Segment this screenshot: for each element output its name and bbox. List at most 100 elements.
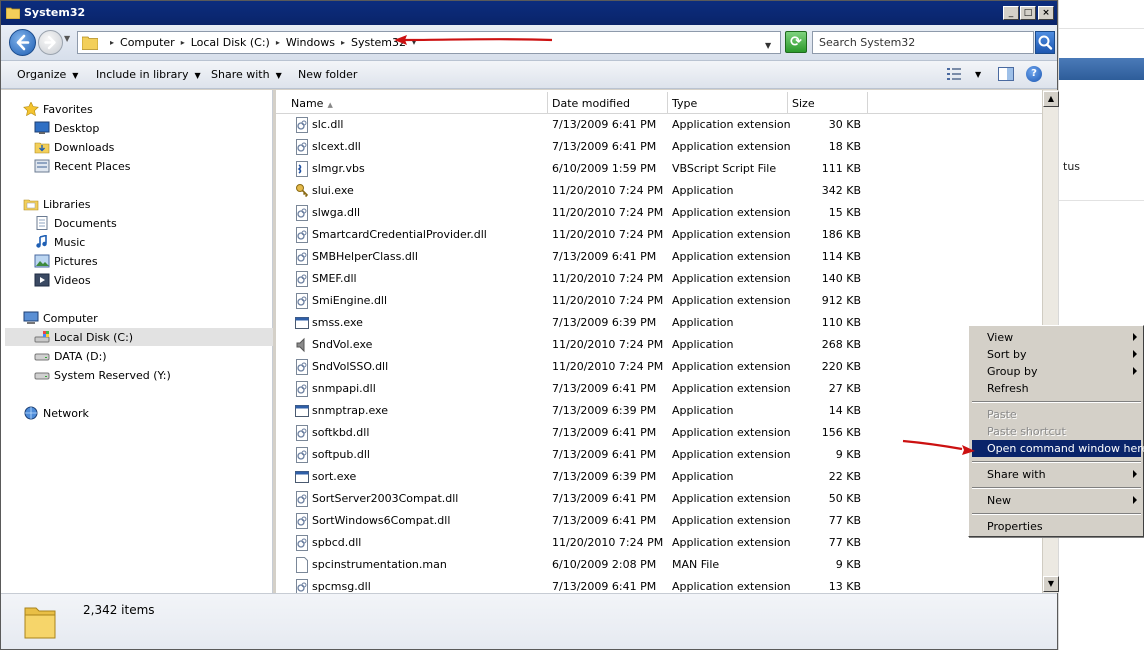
chevron-right-icon[interactable]: ▸ bbox=[276, 38, 280, 47]
table-row[interactable]: SmartcardCredentialProvider.dll 11/20/201… bbox=[276, 224, 1042, 246]
recent-pages-dropdown[interactable]: ▼ bbox=[64, 34, 70, 43]
organize-button[interactable]: Organize ▼ bbox=[17, 68, 78, 81]
table-row[interactable]: sort.exe 7/13/2009 6:39 PM Application 22 K… bbox=[276, 466, 1042, 488]
chevron-right-icon[interactable]: ▸ bbox=[341, 38, 345, 47]
breadcrumb-system32[interactable]: System32 bbox=[351, 36, 406, 49]
new-folder-button[interactable]: New folder bbox=[298, 68, 357, 81]
table-row[interactable]: softkbd.dll 7/13/2009 6:41 PM Application … bbox=[276, 422, 1042, 444]
background-partial-text: tus bbox=[1063, 160, 1081, 173]
search-input[interactable]: Search System32 bbox=[812, 31, 1034, 54]
nav-local-disk-c[interactable]: Local Disk (C:) bbox=[5, 328, 273, 346]
column-header-size[interactable]: Size bbox=[788, 92, 868, 114]
file-name: slui.exe bbox=[312, 184, 354, 197]
nav-network[interactable]: Network bbox=[23, 404, 89, 422]
file-size: 9 KB bbox=[835, 448, 861, 461]
address-history-dropdown[interactable]: ▼ bbox=[765, 41, 771, 50]
file-type: Application extension bbox=[672, 426, 791, 439]
table-row[interactable]: spcinstrumentation.man 6/10/2009 2:08 PM M… bbox=[276, 554, 1042, 576]
refresh-button[interactable]: ⟳ bbox=[785, 31, 807, 53]
nav-system-reserved-y[interactable]: System Reserved (Y:) bbox=[34, 366, 171, 384]
chevron-down-icon[interactable]: ▾ bbox=[412, 38, 416, 47]
column-header-type[interactable]: Type bbox=[668, 92, 788, 114]
preview-pane-icon[interactable] bbox=[998, 67, 1014, 81]
table-row[interactable]: SortWindows6Compat.dll 7/13/2009 6:41 PM A… bbox=[276, 510, 1042, 532]
view-options-dropdown[interactable]: ▼ bbox=[975, 70, 981, 79]
chevron-right-icon[interactable]: ▸ bbox=[110, 38, 114, 47]
share-with-button[interactable]: Share with ▼ bbox=[211, 68, 282, 81]
nav-documents[interactable]: Documents bbox=[34, 214, 117, 232]
table-row[interactable]: smss.exe 7/13/2009 6:39 PM Application 110 … bbox=[276, 312, 1042, 334]
table-row[interactable]: SndVol.exe 11/20/2010 7:24 PM Application 2… bbox=[276, 334, 1042, 356]
table-row[interactable]: slcext.dll 7/13/2009 6:41 PM Application e… bbox=[276, 136, 1042, 158]
menu-item-refresh[interactable]: Refresh bbox=[972, 380, 1141, 397]
table-row[interactable]: SmiEngine.dll 11/20/2010 7:24 PM Applicati… bbox=[276, 290, 1042, 312]
menu-item-paste[interactable]: Paste bbox=[972, 406, 1141, 423]
key-icon bbox=[296, 184, 309, 198]
scroll-up-button[interactable]: ▲ bbox=[1043, 91, 1059, 107]
include-in-library-button[interactable]: Include in library ▼ bbox=[96, 68, 201, 81]
menu-item-properties[interactable]: Properties bbox=[972, 518, 1141, 535]
column-header-name[interactable]: Name ▲ bbox=[286, 92, 548, 114]
menu-item-new[interactable]: New bbox=[972, 492, 1141, 509]
help-icon[interactable]: ? bbox=[1026, 66, 1042, 82]
chevron-right-icon[interactable]: ▸ bbox=[181, 38, 185, 47]
column-header-date[interactable]: Date modified bbox=[548, 92, 668, 114]
back-button[interactable] bbox=[9, 29, 36, 56]
menu-item-view[interactable]: View bbox=[972, 329, 1141, 346]
table-row[interactable]: SortServer2003Compat.dll 7/13/2009 6:41 P… bbox=[276, 488, 1042, 510]
nav-desktop[interactable]: Desktop bbox=[34, 119, 99, 137]
breadcrumb-local-disk[interactable]: Local Disk (C:) bbox=[191, 36, 270, 49]
breadcrumb-computer[interactable]: Computer bbox=[120, 36, 175, 49]
table-row[interactable]: SMBHelperClass.dll 7/13/2009 6:41 PM Appli… bbox=[276, 246, 1042, 268]
menu-item-sort-by[interactable]: Sort by bbox=[972, 346, 1141, 363]
table-row[interactable]: snmpapi.dll 7/13/2009 6:41 PM Application … bbox=[276, 378, 1042, 400]
search-icon bbox=[1038, 35, 1053, 50]
nav-recent-places[interactable]: Recent Places bbox=[34, 157, 131, 175]
table-row[interactable]: spcmsg.dll 7/13/2009 6:41 PM Application e… bbox=[276, 576, 1042, 593]
exe-icon bbox=[295, 317, 309, 329]
menu-item-group-by[interactable]: Group by bbox=[972, 363, 1141, 380]
table-row[interactable]: snmptrap.exe 7/13/2009 6:39 PM Application… bbox=[276, 400, 1042, 422]
dll-icon bbox=[296, 271, 308, 287]
view-details-icon[interactable] bbox=[947, 68, 961, 80]
menu-item-share-with[interactable]: Share with bbox=[972, 466, 1141, 483]
nav-favorites[interactable]: Favorites bbox=[23, 100, 93, 118]
file-type: Application extension bbox=[672, 514, 791, 527]
nav-libraries[interactable]: Libraries bbox=[23, 195, 91, 213]
close-button[interactable]: × bbox=[1038, 6, 1054, 20]
nav-computer[interactable]: Computer bbox=[23, 309, 98, 327]
table-row[interactable]: softpub.dll 7/13/2009 6:41 PM Application … bbox=[276, 444, 1042, 466]
nav-downloads[interactable]: Downloads bbox=[34, 138, 114, 156]
table-row[interactable]: slc.dll 7/13/2009 6:41 PM Application exte… bbox=[276, 114, 1042, 136]
file-date-modified: 7/13/2009 6:39 PM bbox=[552, 316, 657, 329]
table-row[interactable]: slmgr.vbs 6/10/2009 1:59 PM VBScript Scrip… bbox=[276, 158, 1042, 180]
maximize-button[interactable]: □ bbox=[1020, 6, 1036, 20]
table-row[interactable]: slui.exe 11/20/2010 7:24 PM Application 342… bbox=[276, 180, 1042, 202]
menu-item-open-command-window[interactable]: Open command window here bbox=[972, 440, 1144, 457]
file-date-modified: 6/10/2009 2:08 PM bbox=[552, 558, 657, 571]
nav-data-d[interactable]: DATA (D:) bbox=[34, 347, 107, 365]
file-type: Application extension bbox=[672, 140, 791, 153]
forward-button[interactable] bbox=[38, 30, 63, 55]
table-row[interactable]: spbcd.dll 11/20/2010 7:24 PM Application e… bbox=[276, 532, 1042, 554]
submenu-arrow-icon bbox=[1133, 350, 1137, 358]
title-bar[interactable]: System32 _ □ × bbox=[1, 1, 1057, 25]
menu-item-paste-shortcut[interactable]: Paste shortcut bbox=[972, 423, 1141, 440]
breadcrumb-windows[interactable]: Windows bbox=[286, 36, 335, 49]
breadcrumb[interactable]: ▸ Computer ▸ Local Disk (C:) ▸ Windows ▸… bbox=[77, 31, 781, 54]
drive-icon bbox=[34, 372, 50, 380]
network-icon bbox=[24, 406, 38, 420]
file-type: Application bbox=[672, 470, 734, 483]
nav-pictures[interactable]: Pictures bbox=[34, 252, 98, 270]
table-row[interactable]: slwga.dll 11/20/2010 7:24 PM Application e… bbox=[276, 202, 1042, 224]
file-size: 220 KB bbox=[821, 360, 861, 373]
menu-item-new-label: New bbox=[987, 494, 1011, 507]
table-row[interactable]: SMEF.dll 11/20/2010 7:24 PM Application ex… bbox=[276, 268, 1042, 290]
search-button[interactable] bbox=[1035, 31, 1055, 54]
nav-music[interactable]: Music bbox=[34, 233, 85, 251]
scroll-down-button[interactable]: ▼ bbox=[1043, 576, 1059, 592]
nav-libraries-label: Libraries bbox=[43, 197, 91, 211]
minimize-button[interactable]: _ bbox=[1003, 6, 1019, 20]
nav-videos[interactable]: Videos bbox=[34, 271, 91, 289]
table-row[interactable]: SndVolSSO.dll 11/20/2010 7:24 PM Applicati… bbox=[276, 356, 1042, 378]
